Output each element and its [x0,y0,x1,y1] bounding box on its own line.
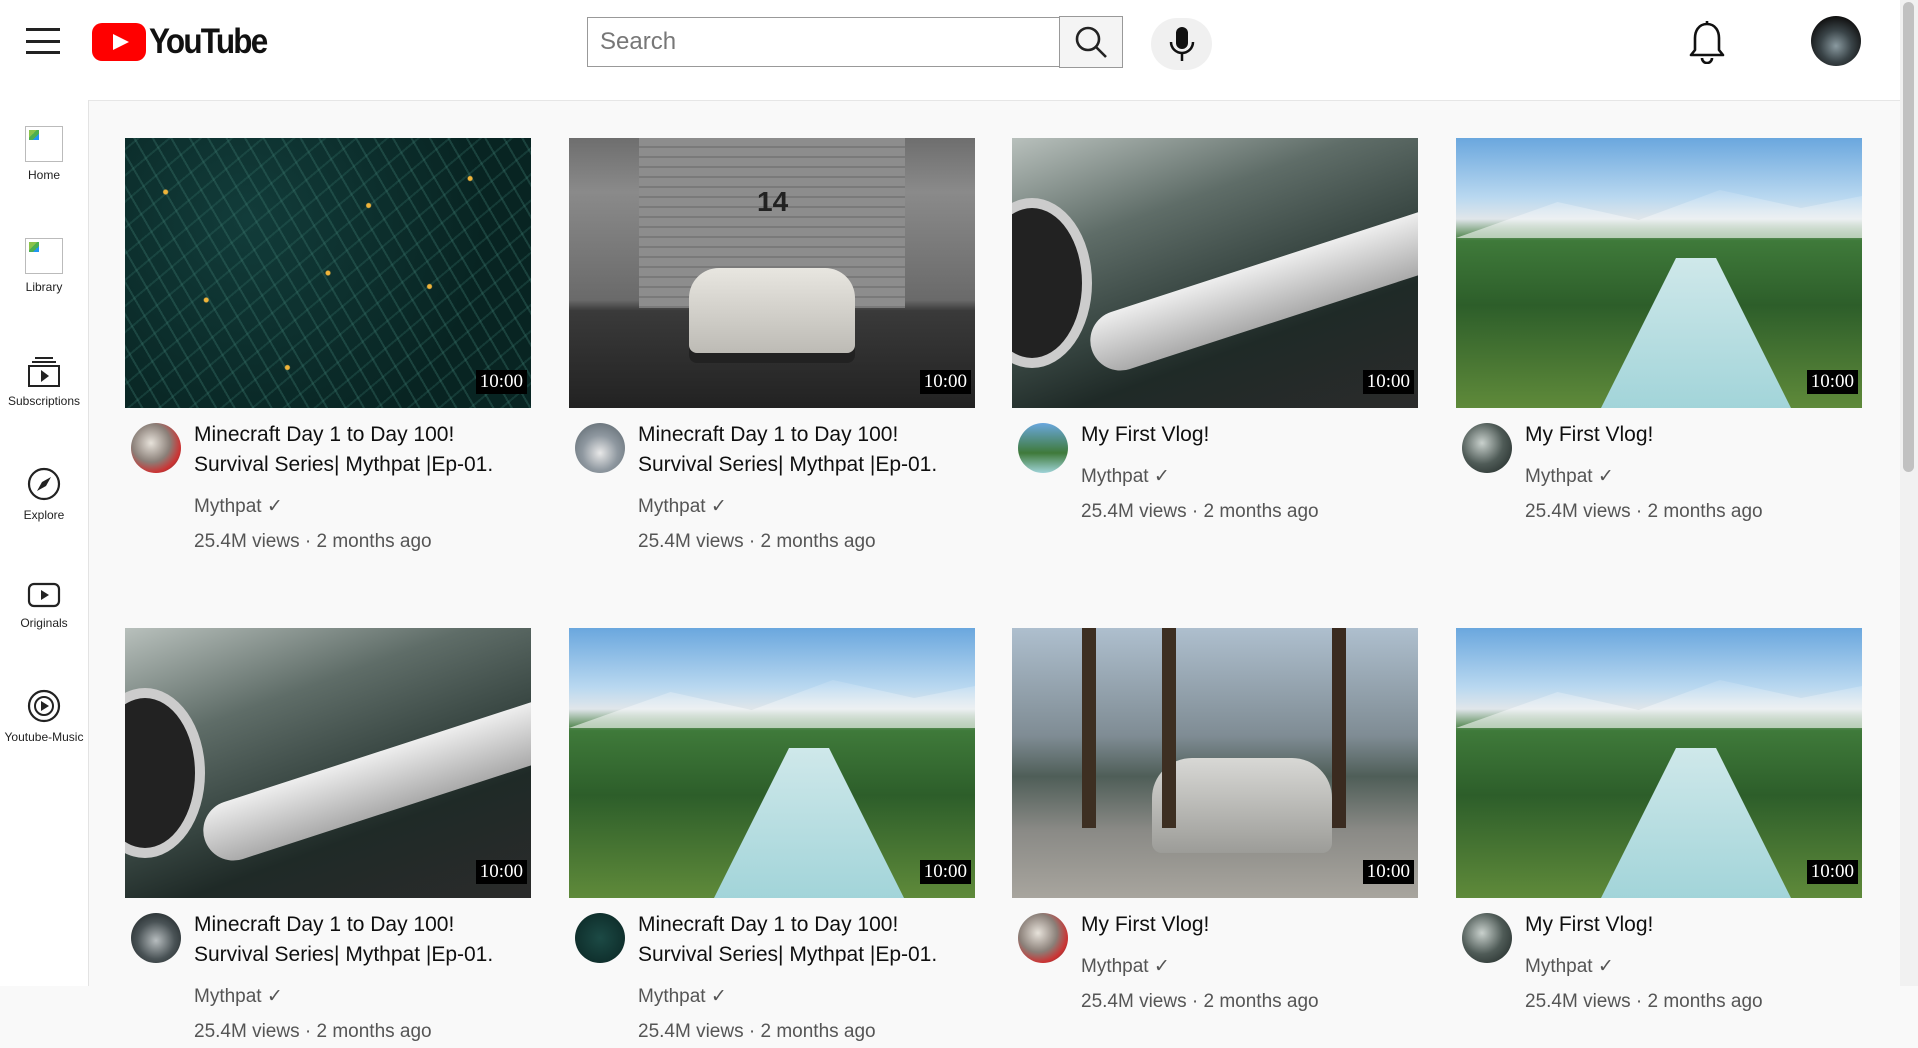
video-stats: 25.4M views · 2 months ago [194,531,432,552]
video-title[interactable]: My First Vlog! [1525,420,1860,450]
youtube-logo-text: YouTube [149,22,268,61]
channel-avatar[interactable] [1462,913,1512,963]
channel-avatar[interactable] [131,913,181,963]
video-duration: 10:00 [919,860,971,884]
video-duration: 10:00 [1362,370,1414,394]
video-title[interactable]: My First Vlog! [1525,910,1860,940]
sidebar-item-subscriptions[interactable]: Subscriptions [0,356,88,408]
sidebar-item-label: Explore [23,508,65,522]
explore-icon [27,467,61,501]
top-bar: YouTube [0,0,1900,101]
video-grid: 10:00 Minecraft Day 1 to Day 100! Surviv… [89,101,1900,1042]
video-thumbnail[interactable]: 10:00 [1456,628,1862,898]
video-stats: 25.4M views · 2 months ago [638,1021,876,1042]
voice-search-button[interactable] [1151,18,1212,70]
search-bar [587,16,1123,68]
thumbnail-overlay-number: 14 [757,186,789,217]
search-button[interactable] [1059,16,1123,68]
video-title[interactable]: Minecraft Day 1 to Day 100! Survival Ser… [194,420,529,480]
video-duration: 10:00 [919,370,971,394]
video-stats: 25.4M views · 2 months ago [194,1021,432,1042]
channel-name[interactable]: Mythpat ✓ [194,982,529,1012]
channel-name[interactable]: Mythpat ✓ [194,492,529,522]
video-duration: 10:00 [1806,370,1858,394]
video-card[interactable]: 10:00 Minecraft Day 1 to Day 100! Surviv… [125,138,531,558]
mic-icon [1169,27,1194,61]
channel-avatar[interactable] [575,423,625,473]
channel-avatar[interactable] [1462,423,1512,473]
channel-avatar[interactable] [575,913,625,963]
video-title[interactable]: My First Vlog! [1081,420,1416,450]
video-title[interactable]: Minecraft Day 1 to Day 100! Survival Ser… [194,910,529,970]
notifications-button[interactable] [1688,20,1726,69]
sidebar-item-label: Library [25,280,63,294]
menu-icon[interactable] [26,28,60,54]
video-duration: 10:00 [475,370,527,394]
video-card[interactable]: 10:00 My First Vlog! Mythpat ✓ 25.4M vie… [1456,138,1862,558]
originals-icon [27,582,61,608]
channel-avatar[interactable] [1018,423,1068,473]
video-title[interactable]: Minecraft Day 1 to Day 100! Survival Ser… [638,420,973,480]
search-icon [1075,26,1107,58]
sidebar: Home Library Subscriptions Explore Origi… [0,100,89,986]
video-card[interactable]: 10:00 Minecraft Day 1 to Day 100! Surviv… [569,628,975,1048]
account-avatar[interactable] [1811,16,1861,66]
video-duration: 10:00 [1362,860,1414,884]
video-card[interactable]: 10:00 My First Vlog! Mythpat ✓ 25.4M vie… [1012,628,1418,1048]
sidebar-item-home[interactable]: Home [0,126,88,182]
sidebar-item-youtube-music[interactable]: Youtube-Music [0,688,88,744]
youtube-logo[interactable]: YouTube [92,22,280,62]
video-stats: 25.4M views · 2 months ago [1081,991,1319,1012]
video-thumbnail[interactable]: 10:00 [569,628,975,898]
video-thumbnail[interactable]: 10:00 [1012,138,1418,408]
video-title[interactable]: Minecraft Day 1 to Day 100! Survival Ser… [638,910,973,970]
video-thumbnail[interactable]: 10:00 [125,138,531,408]
channel-name[interactable]: Mythpat ✓ [638,492,973,522]
library-icon [25,238,63,274]
channel-avatar[interactable] [1018,913,1068,963]
sidebar-item-originals[interactable]: Originals [0,580,88,630]
video-stats: 25.4M views · 2 months ago [638,531,876,552]
video-duration: 10:00 [1806,860,1858,884]
channel-name[interactable]: Mythpat ✓ [1525,462,1860,492]
video-thumbnail[interactable]: 14 10:00 [569,138,975,408]
video-card[interactable]: 10:00 Minecraft Day 1 to Day 100! Surviv… [125,628,531,1048]
home-icon [25,126,63,162]
scrollbar-thumb[interactable] [1903,2,1914,472]
channel-name[interactable]: Mythpat ✓ [1525,952,1860,982]
video-card[interactable]: 10:00 My First Vlog! Mythpat ✓ 25.4M vie… [1456,628,1862,1048]
video-stats: 25.4M views · 2 months ago [1525,991,1763,1012]
sidebar-item-explore[interactable]: Explore [0,466,88,522]
video-stats: 25.4M views · 2 months ago [1525,501,1763,522]
sidebar-item-label: Youtube-Music [4,730,84,744]
search-input[interactable] [587,17,1059,67]
channel-avatar[interactable] [131,423,181,473]
subscriptions-icon [28,357,60,387]
channel-name[interactable]: Mythpat ✓ [1081,462,1416,492]
video-thumbnail[interactable]: 10:00 [1012,628,1418,898]
video-stats: 25.4M views · 2 months ago [1081,501,1319,522]
video-duration: 10:00 [475,860,527,884]
sidebar-item-label: Subscriptions [7,394,81,408]
music-icon [27,689,61,723]
sidebar-item-library[interactable]: Library [0,238,88,294]
sidebar-item-label: Home [27,168,60,182]
video-card[interactable]: 10:00 My First Vlog! Mythpat ✓ 25.4M vie… [1012,138,1418,558]
bell-icon [1689,21,1725,65]
video-thumbnail[interactable]: 10:00 [1456,138,1862,408]
sidebar-item-label: Originals [20,616,68,630]
channel-name[interactable]: Mythpat ✓ [1081,952,1416,982]
video-thumbnail[interactable]: 10:00 [125,628,531,898]
channel-name[interactable]: Mythpat ✓ [638,982,973,1012]
youtube-logo-icon [92,23,146,61]
video-title[interactable]: My First Vlog! [1081,910,1416,940]
video-card[interactable]: 14 10:00 Minecraft Day 1 to Day 100! Sur… [569,138,975,558]
